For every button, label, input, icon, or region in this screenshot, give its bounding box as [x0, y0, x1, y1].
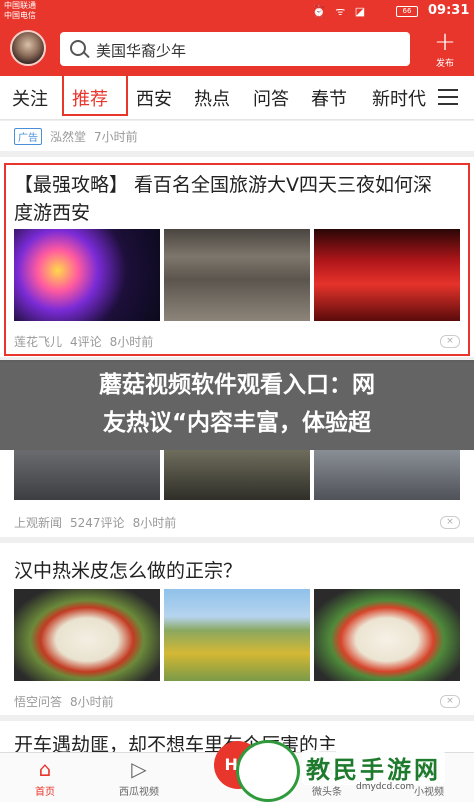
article-3-thumb-dish[interactable]: [314, 589, 460, 681]
watermark-text: 教民手游网: [302, 750, 445, 785]
ad-time: 7小时前: [94, 130, 138, 144]
article-2-comments: 5247评论: [70, 516, 125, 530]
tab-highlight-frame: [62, 72, 128, 116]
dislike-button[interactable]: ×: [440, 695, 460, 708]
article-card-3[interactable]: 汉中热米皮怎么做的正宗？ 悟空问答 8小时前 ×: [0, 543, 474, 715]
carrier-2: 中国电信: [4, 11, 36, 20]
publish-button[interactable]: + 发布: [424, 28, 466, 72]
status-time: 09:31: [428, 3, 470, 18]
play-icon: ▷: [131, 757, 147, 781]
carrier-1: 中国联通: [4, 1, 36, 10]
home-icon: ⌂: [38, 757, 52, 781]
overlay-caption: 蘑菇视频软件观看入口：网 友热议“内容丰富，体验超: [0, 360, 474, 450]
watermark-logo: [236, 740, 300, 802]
tab-qa[interactable]: 问答: [253, 85, 289, 111]
tab-new-era[interactable]: 新时代: [372, 85, 426, 111]
article-3-thumb-noodles[interactable]: [14, 589, 160, 681]
nav-xigua-video[interactable]: ▷ 西瓜视频: [104, 753, 174, 798]
article-3-thumb-fields[interactable]: [164, 589, 310, 681]
article-2-thumb-fire[interactable]: [164, 450, 310, 500]
ad-source: 泓然堂: [50, 130, 87, 144]
plus-icon: +: [434, 27, 456, 57]
tab-spring-festival[interactable]: 春节: [311, 85, 347, 111]
ad-meta-card: 广告 泓然堂 7小时前: [0, 121, 474, 151]
search-header: 美国华裔少年 + 发布: [0, 24, 474, 76]
carrier-labels: 中国联通 中国电信: [4, 1, 36, 21]
article-3-title[interactable]: 汉中热米皮怎么做的正宗？: [14, 557, 242, 585]
battery-icon: 66: [396, 6, 418, 17]
avatar[interactable]: [10, 30, 46, 66]
caption-line-1: 蘑菇视频软件观看入口：网: [99, 372, 375, 398]
article-2-meta: 上观新闻 5247评论 8小时前: [14, 514, 184, 531]
dislike-button[interactable]: ×: [440, 516, 460, 529]
search-input[interactable]: 美国华裔少年: [60, 32, 410, 66]
nav-home[interactable]: ⌂ 首页: [10, 753, 80, 798]
article-highlight-frame: [4, 163, 470, 356]
article-2-time: 8小时前: [132, 516, 177, 530]
article-2-thumb-police[interactable]: [14, 450, 160, 500]
nav-xigua-label: 西瓜视频: [119, 787, 159, 798]
tab-xian[interactable]: 西安: [136, 85, 172, 111]
ad-meta: 广告 泓然堂 7小时前: [14, 128, 146, 145]
article-3-source: 悟空问答: [14, 695, 63, 709]
watermark: 教民手游网 dmydcd.com: [236, 740, 474, 802]
tab-hot[interactable]: 热点: [194, 85, 230, 111]
ad-tag: 广告: [14, 128, 42, 145]
tab-follow[interactable]: 关注: [12, 85, 48, 111]
watermark-url: dmydcd.com: [356, 782, 415, 792]
nav-home-label: 首页: [35, 787, 55, 798]
article-3-time: 8小时前: [70, 695, 114, 709]
search-icon: [70, 40, 86, 56]
publish-label: 发布: [435, 59, 454, 69]
menu-icon[interactable]: [438, 89, 458, 105]
caption-line-2: 友热议“内容丰富，体验超: [102, 410, 372, 436]
article-2-source: 上观新闻: [14, 516, 63, 530]
status-icons: ⏰ ᯤ ◪: [312, 5, 369, 18]
article-3-meta: 悟空问答 8小时前: [14, 693, 122, 710]
status-bar: 中国联通 中国电信 ⏰ ᯤ ◪ 66 09:31: [0, 0, 474, 24]
search-query: 美国华裔少年: [96, 42, 187, 60]
article-2-thumb-scene[interactable]: [314, 450, 460, 500]
